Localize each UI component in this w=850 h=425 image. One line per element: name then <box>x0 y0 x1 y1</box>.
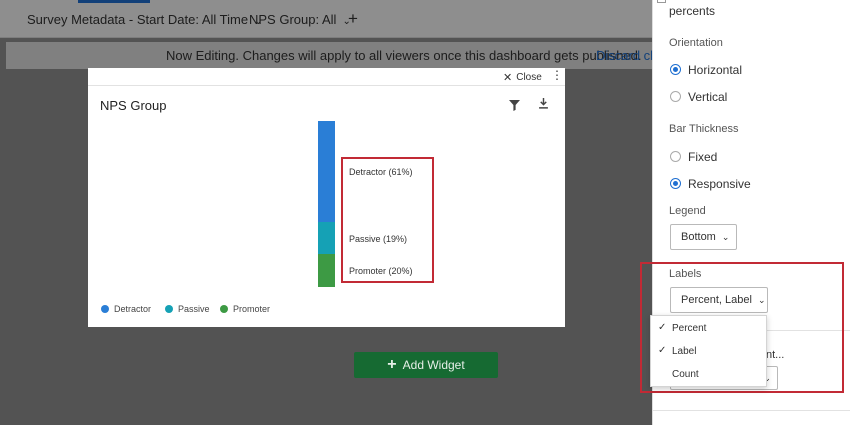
filter-icon[interactable] <box>509 98 520 116</box>
radio-horizontal[interactable] <box>670 64 681 75</box>
bar-segment-detractor <box>318 121 335 223</box>
orientation-horizontal-label[interactable]: Horizontal <box>688 63 742 77</box>
data-label-promoter: Promoter (20%) <box>349 266 413 276</box>
menu-item-label: Count <box>672 369 699 380</box>
legend-position-value: Bottom <box>681 231 716 243</box>
bar-segment-passive <box>318 222 335 254</box>
widget-title: NPS Group <box>100 98 167 113</box>
labels-dropdown-menu: ✓ Percent ✓ Label Count <box>650 315 767 387</box>
legend-item-detractor: Detractor <box>101 304 151 314</box>
checkmark-icon: ✓ <box>658 322 667 333</box>
radio-vertical[interactable] <box>670 91 681 102</box>
add-widget-label: Add Widget <box>402 358 465 372</box>
bar-thickness-heading: Bar Thickness <box>669 123 739 135</box>
legend-heading: Legend <box>669 205 706 217</box>
menu-item-label: Percent <box>672 323 707 334</box>
download-icon[interactable] <box>538 98 549 112</box>
legend-dot <box>220 305 228 313</box>
add-widget-button[interactable]: + Add Widget <box>354 352 498 378</box>
data-label-passive: Passive (19%) <box>349 234 408 244</box>
close-icon: ✕ <box>503 72 513 84</box>
legend-position-dropdown[interactable]: Bottom ⌄ <box>670 224 737 250</box>
legend-item-passive: Passive <box>165 304 210 314</box>
menu-item-label[interactable]: ✓ Label <box>651 341 768 363</box>
more-options-icon[interactable]: ⋮ <box>551 69 563 81</box>
chevron-down-icon: ⌄ <box>721 231 730 242</box>
orientation-vertical-label[interactable]: Vertical <box>688 90 727 104</box>
panel-divider <box>653 410 850 411</box>
close-label: Close <box>516 72 542 83</box>
menu-item-label: Label <box>672 346 697 357</box>
bar-segment-promoter <box>318 253 335 287</box>
menu-item-count[interactable]: Count <box>651 364 768 386</box>
legend-dot <box>101 305 109 313</box>
checkmark-icon: ✓ <box>658 345 667 356</box>
thickness-fixed-label[interactable]: Fixed <box>688 150 717 164</box>
legend-label: Detractor <box>114 304 152 314</box>
thickness-responsive-label[interactable]: Responsive <box>688 177 751 191</box>
radio-responsive[interactable] <box>670 178 681 189</box>
partial-checkbox[interactable] <box>657 0 666 3</box>
orientation-heading: Orientation <box>669 37 723 49</box>
legend-label: Passive <box>178 304 210 314</box>
menu-item-percent[interactable]: ✓ Percent <box>651 318 768 340</box>
legend-label: Promoter <box>233 304 271 314</box>
legend-item-promoter: Promoter <box>220 304 270 314</box>
modal-toolbar <box>88 68 565 86</box>
legend-dot <box>165 305 173 313</box>
close-button[interactable]: ✕ Close <box>503 71 542 84</box>
plus-icon: + <box>387 356 397 373</box>
data-label-detractor: Detractor (61%) <box>349 167 413 177</box>
radio-fixed[interactable] <box>670 151 681 162</box>
widget-modal: ✕ Close ⋮ NPS Group Detractor (61%) Pass… <box>88 68 565 327</box>
show-percents-text: percents <box>669 4 716 18</box>
